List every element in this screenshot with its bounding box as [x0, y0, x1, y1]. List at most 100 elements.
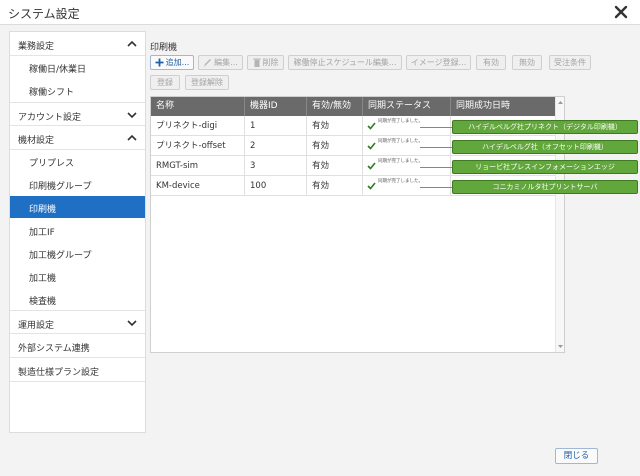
chevron-up-icon [127, 40, 137, 47]
main-panel: 印刷機 追加... 編集... 削除 稼働停止スケジュール編集... イメージ登… [148, 31, 596, 433]
plus-icon [155, 58, 164, 67]
cell-sync-status: 同期が完了しました。 [363, 116, 451, 136]
trash-icon [253, 58, 260, 67]
sidebar-item-finishing-if[interactable]: 加工IF [10, 219, 145, 241]
cell-name: RMGT-sim [151, 156, 245, 176]
sidebar-item-inspection[interactable]: 検査機 [10, 288, 145, 310]
sidebar-item-label: 印刷機 [29, 205, 57, 215]
edit-button[interactable]: 編集... [198, 55, 243, 70]
sidebar-section-operation[interactable]: 運用設定 [10, 310, 145, 334]
sidebar-section-business[interactable]: 業務設定 [10, 32, 145, 56]
cell-name: プリネクト-offset [151, 136, 245, 156]
callout-connector [420, 127, 452, 128]
callout-connector [420, 147, 452, 148]
cell-enabled: 有効 [307, 176, 363, 196]
close-icon[interactable] [612, 3, 630, 21]
callout-label: ハイデルベルグ社（オフセット印刷機） [452, 140, 638, 154]
cell-name: プリネクト-digi [151, 116, 245, 136]
sidebar-section-label: 製造仕様プラン設定 [18, 368, 100, 378]
sidebar-item-label: 検査機 [29, 297, 57, 307]
callout-label: リョービ社プレスインフォメーションエッジ [452, 160, 638, 174]
sidebar-section-account[interactable]: アカウント設定 [10, 102, 145, 126]
sidebar-item-workdays[interactable]: 稼働日/休業日 [10, 56, 145, 78]
cell-sync-status: 同期が完了しました。 [363, 136, 451, 156]
add-button-label: 追加... [165, 58, 190, 67]
sidebar-item-label: 加工IF [29, 228, 55, 238]
sidebar-item-prepress[interactable]: プリプレス [10, 150, 145, 172]
sidebar-section-label: アカウント設定 [18, 113, 82, 123]
scroll-up-icon[interactable] [557, 99, 564, 106]
order-condition-button-label: 受注条件 [554, 58, 586, 67]
register-button[interactable]: 登録 [150, 75, 180, 90]
sidebar-item-label: 加工機 [29, 274, 57, 284]
sidebar-item-label: 稼働日/休業日 [29, 65, 87, 75]
sidebar-section-label: 業務設定 [18, 42, 55, 52]
enable-button[interactable]: 有効 [476, 55, 506, 70]
section-title: 印刷機 [150, 43, 178, 53]
delete-button[interactable]: 削除 [247, 55, 284, 70]
press-table: 名称 機器ID 有効/無効 同期ステータス 同期成功日時 プリネクト-digi … [150, 96, 565, 353]
table-header: 名称 機器ID 有効/無効 同期ステータス 同期成功日時 [151, 97, 556, 116]
image-register-button-label: イメージ登録... [410, 58, 467, 67]
column-header-id[interactable]: 機器ID [245, 97, 307, 116]
sidebar-item-label: 加工機グループ [29, 251, 92, 261]
pencil-icon [204, 59, 212, 67]
sidebar-item-label: 稼働シフト [29, 88, 75, 98]
sidebar-item-finishing-groups[interactable]: 加工機グループ [10, 242, 145, 264]
sidebar-item-label: プリプレス [29, 159, 75, 169]
cell-id: 2 [245, 136, 307, 156]
sidebar: 業務設定 稼働日/休業日 稼働シフト アカウント設定 機材設定 プリプレス 印刷… [9, 31, 146, 433]
schedule-edit-button-label: 稼働停止スケジュール編集... [293, 58, 397, 67]
callout-connector [420, 187, 452, 188]
sidebar-item-finishing-machines[interactable]: 加工機 [10, 265, 145, 287]
sync-status-text: 同期が完了しました。 [378, 139, 423, 144]
register-button-label: 登録 [157, 78, 173, 87]
sync-status-text: 同期が完了しました。 [378, 179, 423, 184]
check-icon [367, 162, 376, 170]
delete-button-label: 削除 [262, 58, 279, 67]
callout-connector [420, 167, 452, 168]
sidebar-section-equipment[interactable]: 機材設定 [10, 126, 145, 150]
check-icon [367, 122, 376, 130]
cell-sync-status: 同期が完了しました。 [363, 176, 451, 196]
column-header-synced-at[interactable]: 同期成功日時 [451, 97, 556, 116]
order-condition-button[interactable]: 受注条件 [549, 55, 591, 70]
sidebar-section-label: 外部システム連携 [18, 344, 90, 354]
column-header-name[interactable]: 名称 [151, 97, 245, 116]
sync-status-text: 同期が完了しました。 [378, 119, 423, 124]
callout-label: コニカミノルタ社プリントサーバ [452, 180, 638, 194]
cell-sync-status: 同期が完了しました。 [363, 156, 451, 176]
column-header-enabled[interactable]: 有効/無効 [307, 97, 363, 116]
callout-label: ハイデルベルグ社プリネクト（デジタル印刷機） [452, 120, 638, 134]
title-bar: システム設定 [0, 0, 640, 25]
cell-name: KM-device [151, 176, 245, 196]
close-button[interactable]: 閉じる [555, 448, 598, 464]
check-icon [367, 182, 376, 190]
sidebar-section-external[interactable]: 外部システム連携 [10, 334, 145, 358]
sidebar-item-shifts[interactable]: 稼働シフト [10, 79, 145, 101]
cell-enabled: 有効 [307, 136, 363, 156]
add-button[interactable]: 追加... [150, 55, 194, 70]
disable-button-label: 無効 [519, 58, 535, 67]
enable-button-label: 有効 [483, 58, 499, 67]
scroll-down-icon[interactable] [557, 343, 564, 350]
unregister-button[interactable]: 登録解除 [185, 75, 229, 90]
chevron-down-icon [127, 112, 137, 119]
cell-id: 1 [245, 116, 307, 136]
column-header-sync-status[interactable]: 同期ステータス [363, 97, 451, 116]
sidebar-item-label: 印刷機グループ [29, 182, 92, 192]
window-title: システム設定 [8, 7, 80, 21]
sidebar-item-press-groups[interactable]: 印刷機グループ [10, 173, 145, 195]
sidebar-section-label: 運用設定 [18, 321, 55, 331]
table-scrollbar[interactable] [555, 97, 564, 352]
edit-button-label: 編集... [214, 58, 238, 67]
sync-status-text: 同期が完了しました。 [378, 159, 423, 164]
sidebar-section-manufacturing-plan[interactable]: 製造仕様プラン設定 [10, 358, 145, 382]
cell-enabled: 有効 [307, 156, 363, 176]
schedule-edit-button[interactable]: 稼働停止スケジュール編集... [288, 55, 402, 70]
sidebar-section-label: 機材設定 [18, 136, 55, 146]
disable-button[interactable]: 無効 [512, 55, 542, 70]
image-register-button[interactable]: イメージ登録... [406, 55, 471, 70]
chevron-down-icon [127, 320, 137, 327]
sidebar-item-presses[interactable]: 印刷機 [10, 196, 145, 218]
